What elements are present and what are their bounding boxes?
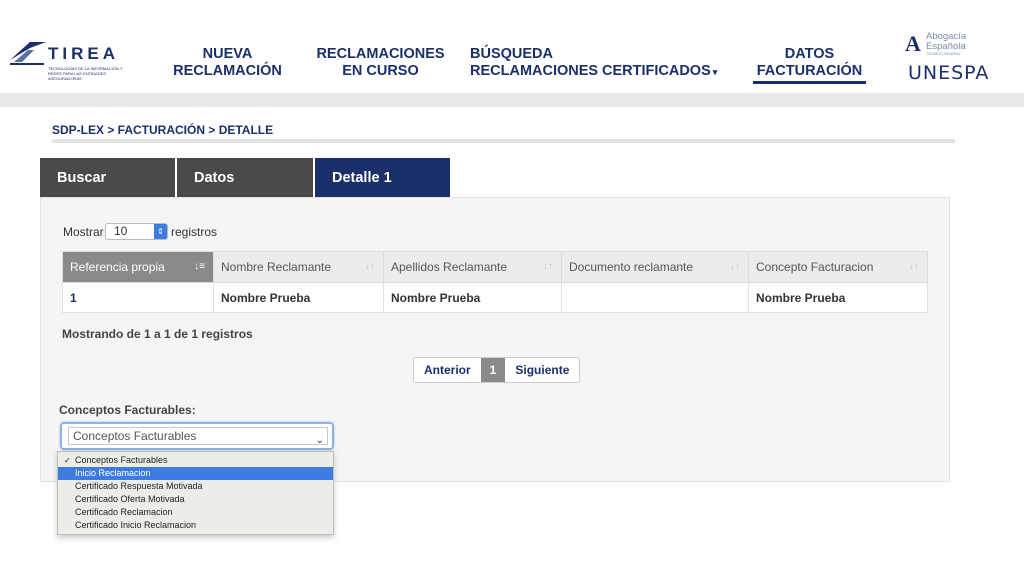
pagination: Anterior 1 Siguiente: [413, 357, 581, 383]
nav-label-line1: BÚSQUEDA: [470, 46, 553, 62]
sort-both-icon: ↓↑: [365, 261, 375, 272]
abogacia-logo[interactable]: A Abogacía Española CONSEJO GENERAL: [905, 31, 980, 57]
tirea-tagline: TECNOLOGÍAS DE LA INFORMACIÓN Y REDES PA…: [48, 66, 123, 81]
pagination-prev-button[interactable]: Anterior: [414, 358, 481, 382]
nav-label-line1: NUEVA: [202, 46, 253, 62]
sort-both-icon: ↓↑: [543, 261, 553, 272]
option-label: Inicio Reclamacion: [75, 468, 151, 478]
abogacia-text: Abogacía Española: [926, 32, 966, 52]
cell-apellidos: Nombre Prueba: [383, 282, 562, 313]
cell-referencia[interactable]: 1: [62, 282, 214, 313]
page-size-value: 10: [114, 224, 128, 238]
tirea-wordmark: TIREA: [48, 44, 119, 63]
show-label: Mostrar: [63, 225, 104, 239]
column-header-label: Nombre Reclamante: [221, 260, 332, 274]
abogacia-subtext: CONSEJO GENERAL: [926, 52, 961, 56]
conceptos-label: Conceptos Facturables:: [59, 403, 196, 417]
nav-reclamaciones-en-curso[interactable]: RECLAMACIONES EN CURSO: [313, 46, 448, 80]
nav-datos-facturacion[interactable]: DATOS FACTURACIÓN: [753, 46, 866, 84]
dropdown-option[interactable]: ✓ Conceptos Facturables: [58, 454, 333, 467]
option-label: Conceptos Facturables: [75, 455, 168, 465]
column-header-label: Referencia propia: [70, 260, 165, 274]
tab-buscar[interactable]: Buscar: [40, 158, 175, 198]
chevron-down-icon: ⌄: [315, 435, 324, 446]
tirea-logo[interactable]: TIREA TECNOLOGÍAS DE LA INFORMACIÓN Y RE…: [8, 38, 123, 81]
nav-label-line2: FACTURACIÓN: [756, 63, 863, 79]
results-table: Referencia propia ↓≡ Nombre Reclamante ↓…: [62, 251, 928, 313]
column-header-apellidos[interactable]: Apellidos Reclamante ↓↑: [383, 251, 562, 283]
header-divider-band: [0, 93, 1024, 107]
pagination-next-button[interactable]: Siguiente: [505, 358, 579, 382]
nav-label-line1: RECLAMACIONES: [316, 46, 445, 62]
breadcrumb-divider: [52, 139, 955, 143]
sort-both-icon: ↓↑: [730, 261, 740, 272]
column-header-label: Documento reclamante: [569, 260, 694, 274]
abogacia-line2: Española: [926, 41, 966, 52]
nav-certificados-dropdown[interactable]: CERTIFICADOS ▾: [602, 63, 732, 81]
column-header-label: Apellidos Reclamante: [391, 260, 508, 274]
cell-nombre: Nombre Prueba: [213, 282, 384, 313]
table-header-row: Referencia propia ↓≡ Nombre Reclamante ↓…: [62, 251, 928, 283]
nav-label: CERTIFICADOS: [602, 63, 711, 79]
option-label: Certificado Inicio Reclamacion: [75, 520, 197, 530]
pagination-current-page[interactable]: 1: [480, 358, 506, 382]
tab-detalle-1[interactable]: Detalle 1: [315, 158, 450, 198]
nav-label-line1: DATOS: [784, 46, 835, 62]
records-label: registros: [171, 225, 218, 239]
abogacia-a-icon: A: [905, 31, 921, 56]
nav-busqueda-reclamaciones[interactable]: BÚSQUEDA RECLAMACIONES: [470, 46, 599, 80]
cell-documento: [561, 282, 749, 313]
conceptos-select[interactable]: Conceptos Facturables ⌄: [60, 422, 334, 450]
option-label: Certificado Respuesta Motivada: [75, 481, 203, 491]
nav-label-line2: RECLAMACIÓN: [173, 63, 282, 79]
unespa-logo[interactable]: UNESPA: [908, 62, 989, 84]
dropdown-option[interactable]: Certificado Reclamacion: [58, 506, 333, 519]
breadcrumb: SDP-LEX > FACTURACIÓN > DETALLE: [52, 123, 274, 137]
cell-concepto: Nombre Prueba: [748, 282, 928, 313]
column-header-label: Concepto Facturacion: [756, 260, 874, 274]
dropdown-option[interactable]: Certificado Respuesta Motivada: [58, 480, 333, 493]
page-size-select[interactable]: 10 ⇕: [105, 223, 168, 240]
dropdown-option[interactable]: Certificado Inicio Reclamacion: [58, 519, 333, 532]
column-header-documento[interactable]: Documento reclamante ↓↑: [561, 251, 749, 283]
sort-asc-icon: ↓≡: [194, 261, 205, 272]
conceptos-select-value: Conceptos Facturables: [68, 427, 328, 445]
dropdown-option[interactable]: Certificado Oferta Motivada: [58, 493, 333, 506]
tab-datos[interactable]: Datos: [177, 158, 313, 198]
option-label: Certificado Reclamacion: [75, 507, 173, 517]
column-header-concepto[interactable]: Concepto Facturacion ↓↑: [748, 251, 928, 283]
caret-down-icon: ▾: [712, 67, 718, 77]
nav-label-line2: RECLAMACIONES: [470, 63, 599, 79]
column-header-referencia[interactable]: Referencia propia ↓≡: [62, 251, 214, 283]
dropdown-option-highlighted[interactable]: Inicio Reclamacion: [58, 467, 333, 480]
column-header-nombre[interactable]: Nombre Reclamante ↓↑: [213, 251, 384, 283]
table-info-text: Mostrando de 1 a 1 de 1 registros: [62, 327, 253, 341]
tirea-mark-icon: [10, 42, 46, 65]
table-row[interactable]: 1 Nombre Prueba Nombre Prueba Nombre Pru…: [62, 282, 928, 313]
select-arrows-icon: ⇕: [154, 224, 167, 239]
checkmark-icon: ✓: [64, 456, 71, 465]
sort-both-icon: ↓↑: [909, 261, 919, 272]
option-label: Certificado Oferta Motivada: [75, 494, 185, 504]
nav-nueva-reclamacion[interactable]: NUEVA RECLAMACIÓN: [170, 46, 285, 80]
nav-label-line2: EN CURSO: [342, 63, 419, 79]
header: TIREA TECNOLOGÍAS DE LA INFORMACIÓN Y RE…: [0, 0, 1024, 93]
conceptos-dropdown-menu: ✓ Conceptos Facturables Inicio Reclamaci…: [57, 451, 334, 535]
